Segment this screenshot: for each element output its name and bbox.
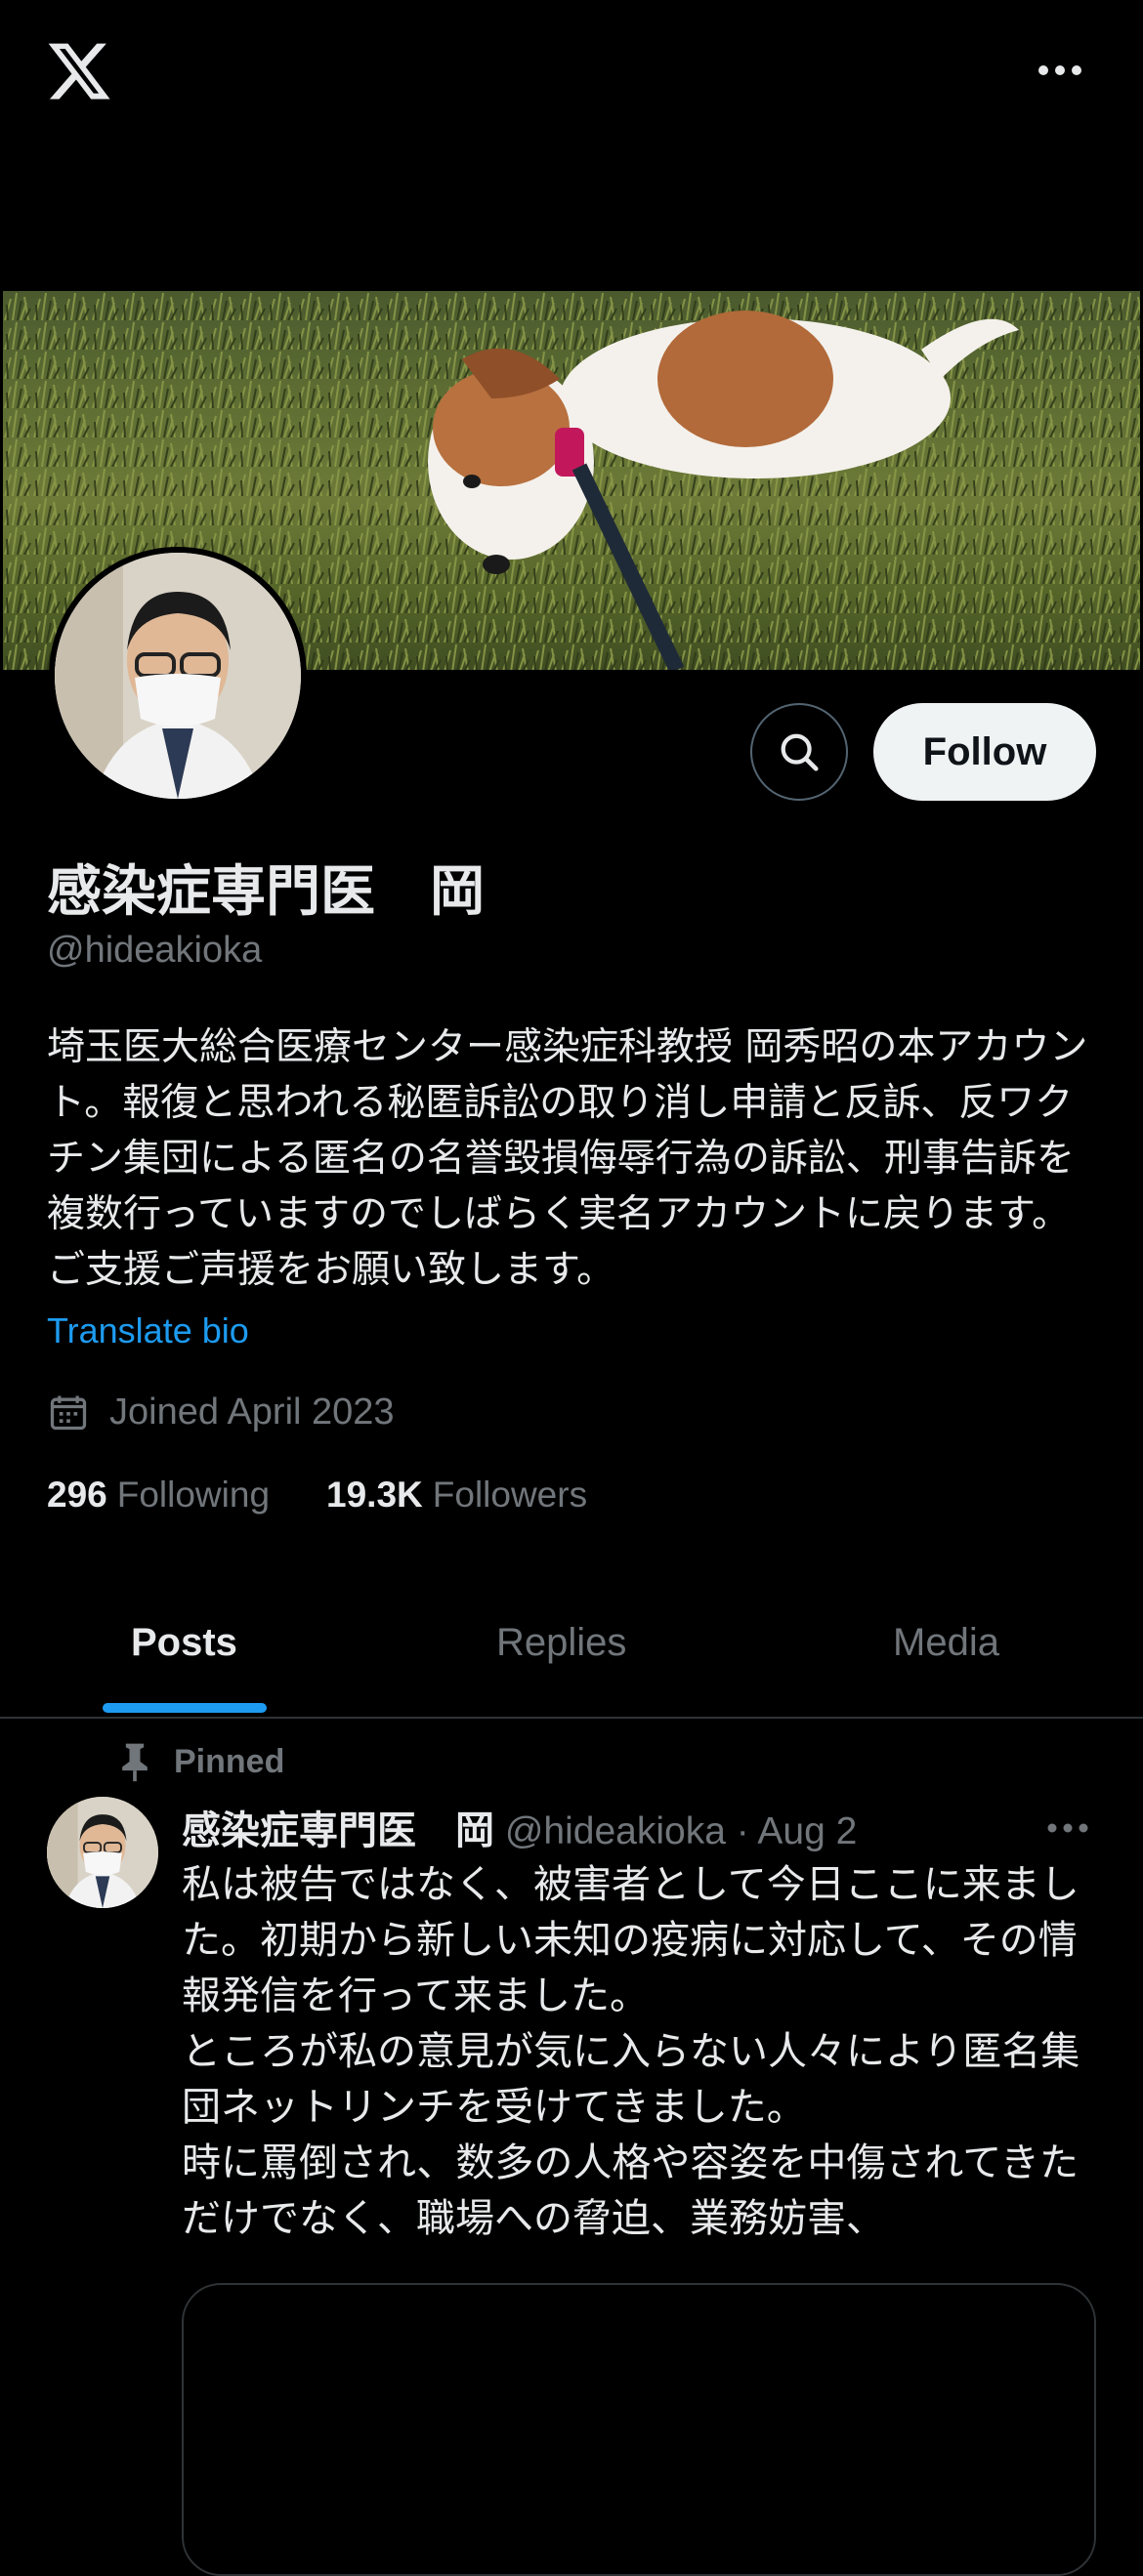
search-icon: [781, 733, 819, 771]
post-author-avatar[interactable]: [47, 1797, 158, 1908]
joined-date-row: Joined April 2023: [47, 1391, 395, 1433]
followers-count: 19.3K: [326, 1475, 423, 1515]
post-author-meta: @hideakioka · Aug 2: [494, 1810, 858, 1852]
pin-icon: [122, 1743, 148, 1782]
followers-label: Followers: [432, 1475, 588, 1515]
following-count: 296: [47, 1475, 107, 1515]
tab-media[interactable]: Media: [893, 1621, 999, 1665]
active-tab-indicator: [103, 1703, 267, 1713]
tab-replies[interactable]: Replies: [496, 1621, 626, 1665]
more-options-icon[interactable]: [1036, 59, 1084, 82]
calendar-icon: [50, 1395, 87, 1431]
pinned-label: Pinned: [174, 1742, 285, 1780]
following-label: Following: [116, 1475, 271, 1515]
pinned-indicator: Pinned: [115, 1740, 284, 1783]
post-more-icon[interactable]: [1045, 1818, 1090, 1838]
joined-date: Joined April 2023: [109, 1391, 395, 1433]
profile-display-name: 感染症専門医 岡: [47, 860, 485, 924]
search-button[interactable]: [750, 703, 848, 801]
following-stat[interactable]: 296 Following: [47, 1475, 270, 1516]
tab-posts[interactable]: Posts: [131, 1621, 237, 1665]
follow-stats: 296 Following 19.3K Followers: [47, 1475, 587, 1516]
profile-handle: @hideakioka: [47, 930, 263, 971]
post-media-card[interactable]: [182, 2283, 1096, 2576]
post-header: 感染症専門医 岡 @hideakioka · Aug 2: [182, 1799, 857, 1855]
post-text: 私は被告ではなく、被害者として今日ここに来ました。初期から新しい未知の疫病に対応…: [182, 1862, 1080, 2241]
follow-button[interactable]: Follow: [873, 703, 1096, 801]
followers-stat[interactable]: 19.3K Followers: [326, 1475, 587, 1516]
profile-tabs: Posts Replies Media: [0, 1601, 1143, 1719]
x-logo-icon[interactable]: [45, 37, 113, 105]
profile-bio: 埼玉医大総合医療センター感染症科教授 岡秀昭の本アカウント。報復と思われる秘匿訴…: [47, 1025, 1088, 1292]
post-author-name[interactable]: 感染症専門医 岡: [182, 1799, 494, 1855]
profile-avatar[interactable]: [49, 547, 307, 805]
translate-bio-link[interactable]: Translate bio: [47, 1310, 249, 1351]
tabs-divider: [0, 1717, 1143, 1719]
